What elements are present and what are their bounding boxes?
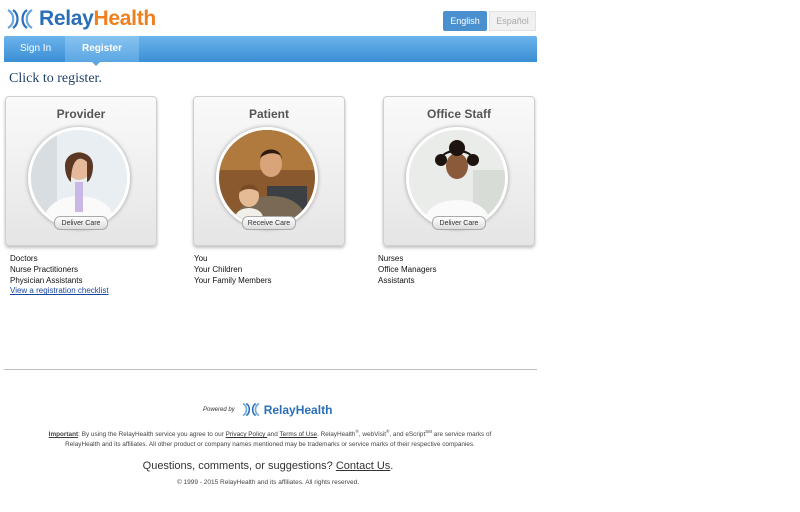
list-item: Office Managers: [378, 264, 437, 274]
page: RelayHealth English Español Sign In Regi…: [0, 0, 800, 512]
list-item: Your Children: [194, 264, 243, 274]
legal-notice: Important: By using the RelayHealth serv…: [35, 427, 505, 449]
questions-period: .: [390, 460, 394, 472]
questions-line: Questions, comments, or suggestions? Con…: [0, 460, 536, 472]
tab-register[interactable]: Register: [65, 36, 140, 62]
patient-card-title: Patient: [248, 107, 289, 121]
list-item: You: [194, 254, 208, 263]
list-item: Assistants: [378, 275, 415, 285]
tab-sign-in[interactable]: Sign In: [8, 36, 63, 62]
list-item: Nurse Practitioners: [10, 264, 79, 274]
legal-text: . RelayHealth: [317, 431, 356, 439]
espanol-button[interactable]: Español: [489, 11, 536, 31]
provider-card-title: Provider: [56, 107, 106, 121]
powered-by-logo: Powered by RelayHealth: [203, 402, 332, 417]
patient-receive-care-button[interactable]: Receive Care: [242, 216, 296, 230]
office-staff-list: Nurses Office Managers Assistants: [378, 254, 437, 286]
office-staff-deliver-care-button[interactable]: Deliver Care: [432, 216, 486, 230]
questions-text: Questions, comments, or suggestions?: [142, 460, 336, 472]
relayhealth-logo-icon: [7, 9, 33, 29]
logo-health-text: Health: [93, 7, 157, 30]
relayhealth-small-logo-icon: [242, 402, 260, 417]
logo-relay-text: Relay: [39, 7, 94, 30]
powered-by-brand: RelayHealth: [264, 403, 333, 417]
legal-text: , webVisit: [358, 431, 387, 439]
relayhealth-logo[interactable]: RelayHealth: [5, 6, 156, 32]
patient-photo: [216, 127, 318, 229]
important-label: Important: [48, 431, 79, 439]
provider-list: Doctors Nurse Practitioners Physician As…: [10, 254, 109, 297]
list-item: Your Family Members: [194, 275, 272, 285]
active-tab-pointer: [91, 61, 101, 66]
office-staff-photo: [406, 127, 508, 229]
patient-list: You Your Children Your Family Members: [194, 254, 272, 286]
office-staff-card-title: Office Staff: [426, 107, 491, 121]
divider: [4, 369, 537, 370]
main-nav: Sign In Register: [4, 36, 537, 62]
contact-us-link[interactable]: Contact Us: [336, 460, 390, 472]
patient-card[interactable]: Patient Receive Care: [193, 96, 345, 246]
powered-by-text: Powered by: [203, 406, 235, 413]
list-item: Doctors: [10, 254, 38, 263]
legal-and: and: [267, 431, 280, 439]
english-button[interactable]: English: [443, 11, 487, 31]
registration-checklist-link[interactable]: View a registration checklist: [10, 286, 109, 297]
logo-text: RelayHealth: [39, 7, 156, 31]
provider-photo: [28, 127, 130, 229]
powered-health-text: Health: [295, 402, 333, 417]
provider-card[interactable]: Provider Deliver Care: [5, 96, 157, 246]
page-title: Click to register.: [9, 71, 102, 86]
privacy-policy-link[interactable]: Privacy Policy: [226, 431, 268, 438]
powered-relay-text: Relay: [263, 402, 296, 417]
list-item: Nurses: [378, 254, 404, 263]
service-mark: SM: [425, 429, 433, 434]
list-item: Physician Assistants: [10, 275, 83, 285]
legal-text: : By using the RelayHealth service you a…: [78, 431, 226, 439]
terms-of-use-link[interactable]: Terms of Use: [279, 431, 317, 438]
legal-text: , and eScript: [389, 431, 426, 439]
provider-deliver-care-button[interactable]: Deliver Care: [54, 216, 108, 230]
copyright: © 1999 - 2015 RelayHealth and its affili…: [176, 479, 360, 486]
office-staff-card[interactable]: Office Staff Deliver Care: [383, 96, 535, 246]
